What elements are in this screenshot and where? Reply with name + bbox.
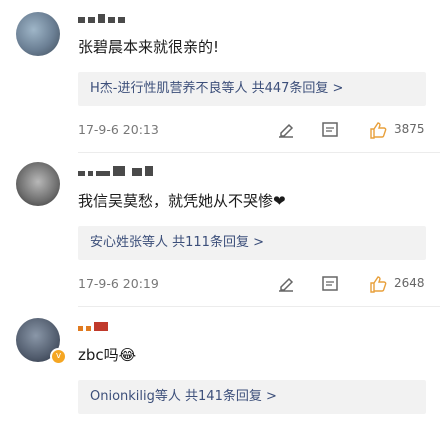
- replies-link[interactable]: Onionkilig等人 共141条回复 >: [90, 380, 277, 414]
- divider: [78, 306, 440, 307]
- comment-text: 张碧晨本来就很亲的!: [78, 38, 220, 56]
- like-icon[interactable]: [368, 120, 388, 140]
- like-count: 2648: [394, 276, 425, 290]
- replies-link[interactable]: 安心姓张等人 共111条回复 >: [90, 226, 264, 260]
- replies-link[interactable]: H杰-进行性肌营养不良等人 共447条回复 >: [90, 72, 343, 106]
- edit-icon[interactable]: [276, 274, 296, 294]
- like-icon[interactable]: [368, 274, 388, 294]
- timestamp: 17-9-6 20:13: [78, 122, 159, 137]
- edit-icon[interactable]: [276, 120, 296, 140]
- username-blurred[interactable]: [78, 14, 125, 23]
- timestamp: 17-9-6 20:19: [78, 276, 159, 291]
- verified-badge-icon: v: [50, 348, 67, 365]
- comment-meta: 17-9-6 20:13 3875: [78, 120, 426, 142]
- like-count: 3875: [394, 122, 425, 136]
- replies-summary[interactable]: 安心姓张等人 共111条回复 >: [78, 226, 426, 260]
- replies-summary[interactable]: H杰-进行性肌营养不良等人 共447条回复 >: [78, 72, 426, 106]
- comment-text: 我信吴莫愁，就凭她从不哭惨❤: [78, 192, 286, 210]
- username-blurred[interactable]: [78, 166, 153, 176]
- replies-summary[interactable]: Onionkilig等人 共141条回复 >: [78, 380, 426, 414]
- username-blurred[interactable]: [78, 322, 108, 331]
- comment-meta: 17-9-6 20:19 2648: [78, 274, 426, 296]
- avatar[interactable]: [16, 162, 60, 206]
- avatar[interactable]: [16, 12, 60, 56]
- comment-icon[interactable]: [320, 274, 340, 294]
- comment-text: zbc吗😂: [78, 346, 137, 364]
- divider: [78, 152, 440, 153]
- comment-icon[interactable]: [320, 120, 340, 140]
